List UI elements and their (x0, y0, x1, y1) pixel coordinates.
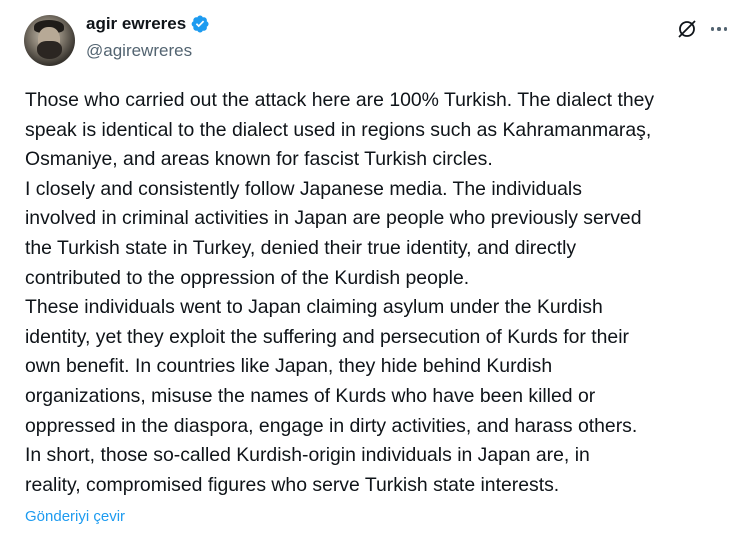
more-dot-icon (717, 27, 721, 31)
author-handle[interactable]: @agirewreres (86, 41, 192, 61)
avatar-beard (37, 41, 62, 59)
verified-badge-icon[interactable] (190, 14, 210, 34)
grok-slash-circle-icon[interactable] (676, 18, 698, 40)
more-dot-icon (723, 27, 728, 31)
translate-post-link[interactable]: Gönderiyi çevir (25, 508, 125, 525)
author-avatar[interactable] (24, 15, 75, 66)
tweet-text: Those who carried out the attack here ar… (25, 89, 655, 496)
author-name-row[interactable]: agir ewreres (86, 14, 210, 34)
more-horizontal-icon[interactable] (708, 18, 730, 40)
more-dot-icon (710, 27, 715, 31)
author-name[interactable]: agir ewreres (86, 14, 186, 34)
